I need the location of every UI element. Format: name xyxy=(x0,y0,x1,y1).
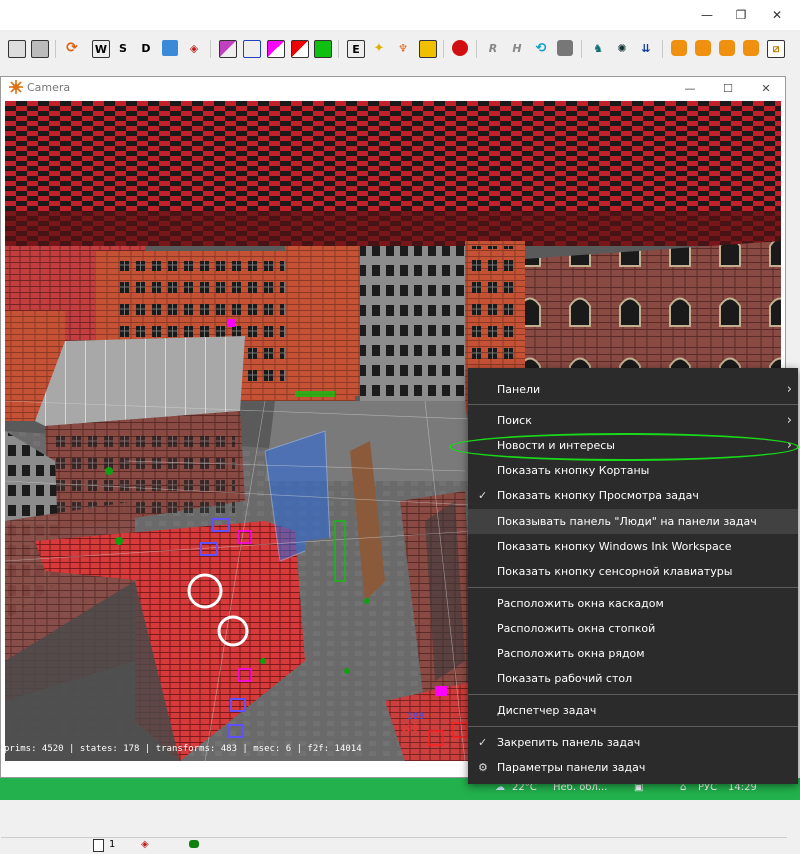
pin-icon[interactable]: ♆ xyxy=(395,40,411,56)
camera-titlebar[interactable]: Camera — ☐ ✕ xyxy=(1,77,785,99)
sync-icon[interactable]: ⟲ xyxy=(533,40,549,56)
folder-icon-2[interactable] xyxy=(695,40,711,56)
menu-item-taskbar-settings[interactable]: ⚙ Параметры панели задач xyxy=(468,755,798,780)
gear-icon: ⚙ xyxy=(478,761,488,774)
new-file-icon[interactable] xyxy=(8,40,26,58)
folder-icon-4[interactable] xyxy=(743,40,759,56)
folder-icon-3[interactable] xyxy=(719,40,735,56)
menu-item-news-interests[interactable]: Новости и интересы › xyxy=(468,433,798,458)
menu-item-search[interactable]: Поиск › xyxy=(468,408,798,433)
camera-title: Camera xyxy=(27,81,71,94)
menu-item-show-desktop[interactable]: Показать рабочий стол xyxy=(468,666,798,691)
menu-divider xyxy=(468,404,798,405)
document-icon xyxy=(93,839,104,852)
menu-item-cascade[interactable]: Расположить окна каскадом xyxy=(468,591,798,616)
toolbar-divider xyxy=(338,40,339,58)
main-toolbar: ⟳ W S D ◈ E ✦ ♆ R H ⟲ ♞ ✺ ⇊ ⧄ xyxy=(0,36,800,62)
height-h-button[interactable]: H xyxy=(509,40,525,56)
menu-item-lock-taskbar[interactable]: ✓ Закрепить панель задач xyxy=(468,730,798,755)
chevron-right-icon: › xyxy=(786,413,792,428)
edit-e-button[interactable]: E xyxy=(347,40,365,58)
menu-item-panels[interactable]: Панели › xyxy=(468,377,798,402)
layer-icon-3[interactable] xyxy=(267,40,285,58)
entity-label-188: 188 xyxy=(407,712,424,722)
menu-item-stack[interactable]: Расположить окна стопкой xyxy=(468,616,798,641)
layer-icon-1[interactable] xyxy=(219,40,237,58)
render-stats: prims: 4520 | states: 178 | transforms: … xyxy=(4,744,362,754)
chevron-right-icon: › xyxy=(786,382,792,397)
light-icon[interactable]: ✦ xyxy=(371,40,387,56)
menu-divider xyxy=(468,587,798,588)
entity-icon-2[interactable]: ✺ xyxy=(614,40,630,56)
menu-item-task-manager[interactable]: Диспетчер задач xyxy=(468,698,798,723)
menu-item-ink-workspace[interactable]: Показать кнопку Windows Ink Workspace xyxy=(468,534,798,559)
close-button[interactable]: ✕ xyxy=(754,0,800,30)
layer-icon-2[interactable] xyxy=(243,40,261,58)
camera-close-button[interactable]: ✕ xyxy=(749,79,783,97)
camera-minimize-button[interactable]: — xyxy=(673,79,707,97)
wireframe-w-button[interactable]: W xyxy=(92,40,110,58)
folder-icon-1[interactable] xyxy=(671,40,687,56)
menu-item-cortana-button[interactable]: Показать кнопку Кортаны xyxy=(468,458,798,483)
record-icon[interactable] xyxy=(452,40,468,56)
layer-icon-4[interactable] xyxy=(291,40,309,58)
menu-divider xyxy=(468,694,798,695)
menu-item-task-view-button[interactable]: ✓ Показать кнопку Просмотра задач xyxy=(468,483,798,508)
checkmark-icon: ✓ xyxy=(478,736,488,749)
cube-icon[interactable] xyxy=(557,40,573,56)
solid-s-button[interactable]: S xyxy=(115,40,131,56)
toolbar-divider xyxy=(476,40,477,58)
entity-icon-1[interactable]: ♞ xyxy=(590,40,606,56)
entity-status-icon xyxy=(189,840,199,848)
menu-item-people-panel[interactable]: Показывать панель "Люди" на панели задач xyxy=(468,509,798,534)
toolbar-divider xyxy=(581,40,582,58)
no-filter-icon[interactable]: ⧄ xyxy=(767,40,785,58)
entity-icon-3[interactable]: ⇊ xyxy=(638,40,654,56)
menu-divider xyxy=(468,726,798,727)
checkmark-icon: ✓ xyxy=(478,489,488,502)
draw-d-button[interactable]: D xyxy=(138,40,154,56)
toolbar-divider xyxy=(443,40,444,58)
status-count: 1 xyxy=(109,839,116,850)
refresh-icon[interactable]: ⟳ xyxy=(64,40,80,56)
chevron-right-icon: › xyxy=(786,438,792,453)
rotate-r-button[interactable]: R xyxy=(485,40,501,56)
menu-item-side-by-side[interactable]: Расположить окна рядом xyxy=(468,641,798,666)
texture-icon[interactable]: ◈ xyxy=(186,40,202,56)
app-titlebar: — ❐ ✕ xyxy=(0,0,800,30)
stats-icon[interactable] xyxy=(162,40,178,56)
taskbar-context-menu: Панели › Поиск › Новости и интересы › По… xyxy=(468,368,798,784)
entity-label-125: 125 xyxy=(401,724,418,734)
toolbar-divider xyxy=(210,40,211,58)
yellow-tool-icon[interactable] xyxy=(419,40,437,58)
camera-statusbar: 1 ◈ xyxy=(1,837,787,854)
camera-maximize-button[interactable]: ☐ xyxy=(711,79,745,97)
menu-item-touch-keyboard[interactable]: Показать кнопку сенсорной клавиатуры xyxy=(468,559,798,584)
texture-status-icon: ◈ xyxy=(141,839,149,850)
toolbar-divider xyxy=(55,40,56,58)
toolbar-divider xyxy=(662,40,663,58)
open-file-icon[interactable] xyxy=(31,40,49,58)
camera-icon xyxy=(9,80,23,94)
layer-icon-5[interactable] xyxy=(314,40,332,58)
